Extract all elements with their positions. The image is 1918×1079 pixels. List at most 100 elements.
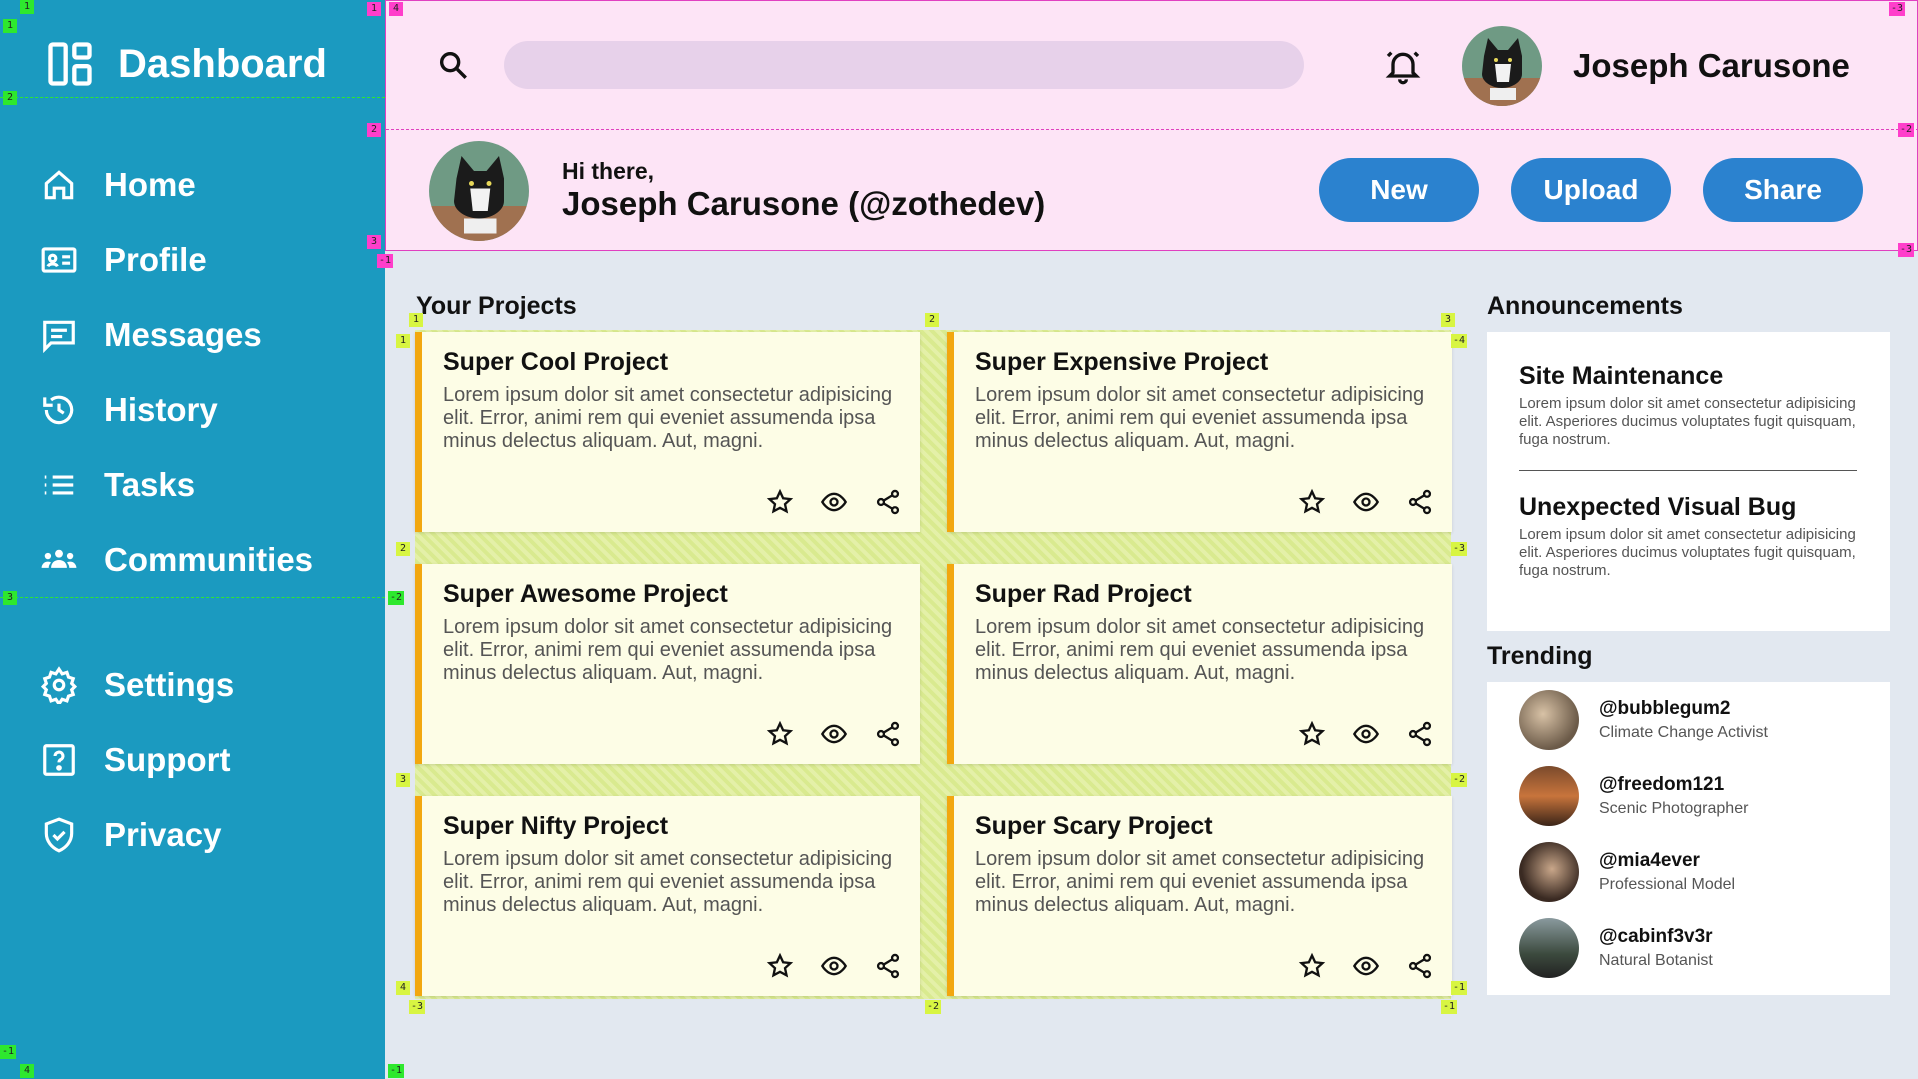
- star-icon[interactable]: [766, 488, 794, 516]
- grid-tag: 1: [396, 334, 410, 348]
- app-title: Dashboard: [118, 41, 327, 86]
- star-icon[interactable]: [1298, 952, 1326, 980]
- grid-tag: 2: [396, 542, 410, 556]
- project-card[interactable]: Super Awesome Project Lorem ipsum dolor …: [415, 564, 920, 764]
- user-handle: @bubblegum2: [1599, 698, 1731, 719]
- star-icon[interactable]: [1298, 488, 1326, 516]
- cat-avatar-image: [1462, 26, 1542, 106]
- profile-card-icon: [41, 246, 77, 273]
- project-card[interactable]: Super Expensive Project Lorem ipsum dolo…: [947, 332, 1452, 532]
- project-title: Super Awesome Project: [443, 580, 728, 608]
- nav-item-communities[interactable]: Communities: [40, 522, 370, 597]
- nav-item-home[interactable]: Home: [40, 147, 370, 222]
- grid-tag: -3: [409, 1000, 426, 1014]
- share-button[interactable]: Share: [1703, 158, 1863, 222]
- project-description: Lorem ipsum dolor sit amet consectetur a…: [975, 616, 1425, 684]
- announcement-body: Lorem ipsum dolor sit amet consectetur a…: [1519, 526, 1856, 579]
- project-card[interactable]: Super Scary Project Lorem ipsum dolor si…: [947, 796, 1452, 996]
- grid-tag: -2: [925, 1000, 942, 1014]
- grid-tag: -1: [377, 254, 394, 268]
- project-title: Super Nifty Project: [443, 812, 669, 840]
- project-title: Super Scary Project: [975, 812, 1213, 840]
- star-icon[interactable]: [1298, 720, 1326, 748]
- share-icon[interactable]: [874, 720, 902, 748]
- profile-avatar[interactable]: [429, 141, 529, 241]
- nav-item-tasks[interactable]: Tasks: [40, 447, 370, 522]
- grid-tag: 1: [367, 2, 381, 16]
- eye-icon[interactable]: [820, 952, 848, 980]
- bell-icon[interactable]: [1383, 46, 1423, 86]
- share-icon[interactable]: [874, 952, 902, 980]
- announcements-title: Announcements: [1487, 292, 1683, 320]
- people-icon: [41, 549, 77, 568]
- search-input[interactable]: [504, 41, 1304, 89]
- card-actions: [766, 720, 902, 748]
- grid-tag: 3: [396, 773, 410, 787]
- grid-tag: 2: [925, 313, 939, 327]
- grid-tag: -3: [1451, 542, 1468, 556]
- card-actions: [766, 952, 902, 980]
- grid-tag: -2: [1451, 773, 1468, 787]
- upload-button[interactable]: Upload: [1511, 158, 1671, 222]
- header-user-name: Joseph Carusone: [1573, 47, 1850, 84]
- eye-icon[interactable]: [820, 720, 848, 748]
- share-icon[interactable]: [1406, 720, 1434, 748]
- nav-item-support[interactable]: Support: [40, 722, 370, 797]
- announcement-item[interactable]: Site Maintenance Lorem ipsum dolor sit a…: [1519, 362, 1859, 449]
- grid-tag: -2: [388, 591, 405, 605]
- share-icon[interactable]: [874, 488, 902, 516]
- share-icon[interactable]: [1406, 952, 1434, 980]
- project-card[interactable]: Super Rad Project Lorem ipsum dolor sit …: [947, 564, 1452, 764]
- card-actions: [1298, 720, 1434, 748]
- star-icon[interactable]: [766, 952, 794, 980]
- grid-tag: -1: [1441, 1000, 1458, 1014]
- nav-item-history[interactable]: History: [40, 372, 370, 447]
- grid-tag: 4: [20, 1064, 34, 1078]
- trending-user[interactable]: @mia4ever Professional Model: [1519, 842, 1735, 902]
- card-actions: [1298, 952, 1434, 980]
- grid-tag: -3: [1889, 2, 1906, 16]
- project-card[interactable]: Super Nifty Project Lorem ipsum dolor si…: [415, 796, 920, 996]
- nav-item-messages[interactable]: Messages: [40, 297, 370, 372]
- grid-tag: 4: [396, 981, 410, 995]
- trending-user[interactable]: @freedom121 Scenic Photographer: [1519, 766, 1748, 826]
- grid-tag: 2: [367, 123, 381, 137]
- nav-label: Settings: [104, 665, 235, 703]
- announcement-title: Unexpected Visual Bug: [1519, 493, 1797, 521]
- search-icon[interactable]: [436, 48, 470, 82]
- user-role: Professional Model: [1599, 876, 1736, 893]
- main-nav: Home Profile Messages History Tasks Comm…: [40, 147, 370, 597]
- nav-item-privacy[interactable]: Privacy: [40, 797, 370, 872]
- eye-icon[interactable]: [1352, 952, 1380, 980]
- nav-item-profile[interactable]: Profile: [40, 222, 370, 297]
- trending-panel: @bubblegum2 Climate Change Activist @fre…: [1487, 682, 1890, 995]
- project-description: Lorem ipsum dolor sit amet consectetur a…: [443, 848, 893, 916]
- share-icon[interactable]: [1406, 488, 1434, 516]
- grid-tag: 3: [3, 591, 17, 605]
- nav-label: Communities: [104, 540, 314, 578]
- nav-item-settings[interactable]: Settings: [40, 647, 370, 722]
- home-icon: [44, 169, 74, 199]
- nav-label: Tasks: [104, 465, 196, 503]
- star-icon[interactable]: [766, 720, 794, 748]
- nav-label: Messages: [104, 315, 262, 353]
- user-role: Climate Change Activist: [1599, 724, 1768, 741]
- eye-icon[interactable]: [1352, 488, 1380, 516]
- new-button[interactable]: New: [1319, 158, 1479, 222]
- list-icon: [44, 475, 74, 494]
- project-description: Lorem ipsum dolor sit amet consectetur a…: [975, 848, 1425, 916]
- grid-tag: -3: [1898, 243, 1915, 257]
- grid-tag: 2: [3, 91, 17, 105]
- brand[interactable]: Dashboard: [44, 38, 327, 90]
- announcement-item[interactable]: Unexpected Visual Bug Lorem ipsum dolor …: [1519, 493, 1859, 580]
- project-title: Super Expensive Project: [975, 348, 1269, 376]
- trending-user[interactable]: @cabinf3v3r Natural Botanist: [1519, 918, 1713, 978]
- project-card[interactable]: Super Cool Project Lorem ipsum dolor sit…: [415, 332, 920, 532]
- avatar[interactable]: [1462, 26, 1542, 106]
- cat-avatar-image: [429, 141, 529, 241]
- grid-tag: 1: [20, 0, 34, 14]
- eye-icon[interactable]: [820, 488, 848, 516]
- trending-user[interactable]: @bubblegum2 Climate Change Activist: [1519, 690, 1768, 750]
- project-title: Super Cool Project: [443, 348, 669, 376]
- eye-icon[interactable]: [1352, 720, 1380, 748]
